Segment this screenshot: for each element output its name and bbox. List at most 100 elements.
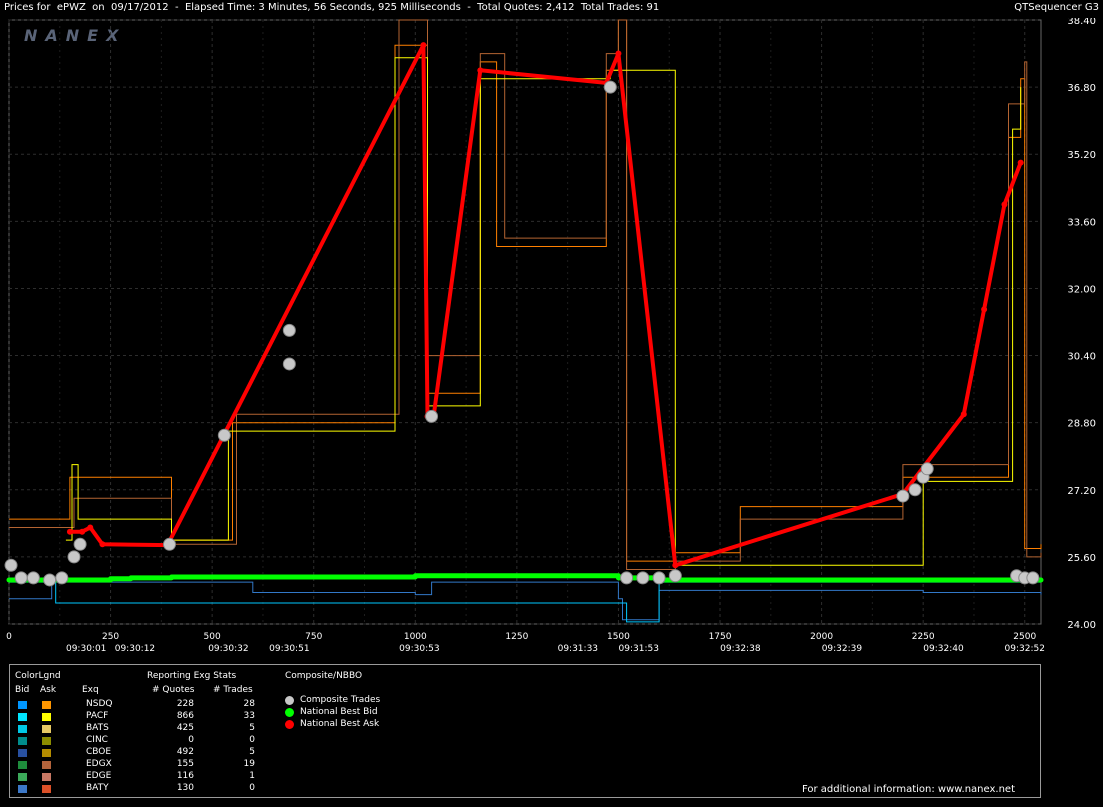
composite-trade-marker <box>26 571 40 585</box>
composite-trade-marker <box>282 323 296 337</box>
app-name: QTSequencer G3 <box>1014 2 1099 13</box>
bid-color-swatch <box>18 749 27 757</box>
y-tick-label: 33.60 <box>1067 217 1096 228</box>
ask-color-swatch <box>42 749 51 757</box>
time-label: 09:32:52 <box>1005 644 1045 654</box>
exchange-trade-count: 0 <box>249 735 255 745</box>
bid-color-swatch <box>18 773 27 781</box>
time-label: 09:32:40 <box>923 644 964 654</box>
x-tick-label: 2000 <box>810 632 833 642</box>
y-tick-label: 36.80 <box>1067 83 1096 94</box>
composite-legend-label: Composite Trades <box>300 695 381 705</box>
composite-trade-marker <box>162 537 176 551</box>
composite-trade-marker <box>636 571 650 585</box>
exchange-quote-count: 866 <box>176 711 194 721</box>
composite-heading: Composite/NBBO <box>285 671 363 681</box>
national-best-ask-point <box>87 524 94 531</box>
exchange-name: CINC <box>86 735 108 745</box>
composite-trade-marker <box>14 571 28 585</box>
time-label: 09:32:38 <box>720 644 761 654</box>
composite-legend-label: National Best Ask <box>300 719 380 729</box>
exchange-quote-count: 116 <box>176 771 194 781</box>
title-bar: Prices for ePWZ on 09/17/2012 - Elapsed … <box>0 0 1103 18</box>
quotes-column-heading: # Quotes <box>152 685 195 695</box>
y-tick-label: 27.20 <box>1067 486 1096 497</box>
composite-trade-marker <box>603 80 617 94</box>
composite-trade-marker <box>920 462 934 476</box>
exchange-trade-count: 5 <box>249 747 255 757</box>
x-tick-label: 2250 <box>912 632 935 642</box>
trades-column-heading: # Trades <box>213 685 253 695</box>
national-best-ask-point <box>1017 159 1024 166</box>
time-label: 09:30:01 <box>66 644 106 654</box>
national-best-ask-point <box>420 42 427 49</box>
footer-link-text: For additional information: www.nanex.ne… <box>802 784 1015 795</box>
national-best-ask-point <box>1001 201 1008 208</box>
exchange-name: BATS <box>86 723 109 733</box>
exchange-name: NSDQ <box>86 699 113 709</box>
exchange-quote-count: 492 <box>176 747 194 757</box>
exchange-trade-count: 0 <box>249 783 255 793</box>
bid-column-heading: Bid <box>15 685 30 695</box>
y-tick-label: 25.60 <box>1067 553 1096 564</box>
x-tick-label: 2500 <box>1013 632 1036 642</box>
composite-trade-marker <box>282 357 296 371</box>
composite-trade-marker <box>55 571 69 585</box>
y-tick-label: 32.00 <box>1067 284 1096 295</box>
composite-legend-label: National Best Bid <box>300 707 378 717</box>
composite-trade-marker <box>217 428 231 442</box>
exchange-trade-count: 33 <box>243 711 255 721</box>
time-label: 09:30:51 <box>269 644 309 654</box>
bid-color-swatch <box>18 761 27 769</box>
time-label: 09:30:12 <box>115 644 155 654</box>
composite-trade-marker <box>1026 571 1040 585</box>
x-tick-label: 1500 <box>607 632 630 642</box>
national-best-ask-point <box>615 50 622 57</box>
ask-column-heading: Ask <box>40 685 57 695</box>
ask-color-swatch <box>42 773 51 781</box>
x-tick-label: 0 <box>6 632 12 642</box>
ask-color-swatch <box>42 713 51 721</box>
y-tick-label: 24.00 <box>1067 620 1096 631</box>
y-tick-label: 28.80 <box>1067 419 1096 430</box>
exchange-quote-count: 0 <box>188 735 194 745</box>
x-tick-label: 1250 <box>505 632 528 642</box>
plot-area <box>8 19 1042 625</box>
bid-color-swatch <box>18 701 27 709</box>
bid-color-swatch <box>18 725 27 733</box>
exchange-name: CBOE <box>86 747 112 757</box>
composite-trade-marker <box>43 573 57 587</box>
exchange-trade-count: 1 <box>249 771 255 781</box>
legend-panel: ColorLgnd Bid Ask Exq Reporting Exg Stat… <box>9 664 1041 798</box>
exchange-quote-count: 425 <box>176 723 194 733</box>
bid-color-swatch <box>18 785 27 793</box>
y-tick-label: 35.20 <box>1067 150 1096 161</box>
exchange-quote-count: 130 <box>176 783 194 793</box>
composite-legend-marker <box>285 720 294 729</box>
ask-color-swatch <box>42 725 51 733</box>
bid-color-swatch <box>18 737 27 745</box>
exchange-trade-count: 19 <box>243 759 255 769</box>
composite-trade-marker <box>908 483 922 497</box>
composite-legend-marker <box>285 696 294 705</box>
national-best-ask-point <box>66 528 73 535</box>
ask-color-swatch <box>42 737 51 745</box>
exchange-quote-count: 155 <box>176 759 194 769</box>
national-best-ask-point <box>477 67 484 74</box>
composite-trade-marker <box>4 558 18 572</box>
time-label: 09:30:32 <box>208 644 248 654</box>
exchange-name: EDGX <box>86 759 112 769</box>
price-chart: NANEX38.4036.8035.2033.6032.0030.4028.80… <box>4 16 1096 654</box>
time-label: 09:32:39 <box>822 644 863 654</box>
national-best-ask-point <box>960 411 967 418</box>
composite-trade-marker <box>620 571 634 585</box>
stats-heading: Reporting Exg Stats <box>147 671 237 681</box>
composite-trade-marker <box>73 537 87 551</box>
x-tick-label: 250 <box>102 632 119 642</box>
x-tick-label: 1000 <box>404 632 427 642</box>
composite-trade-marker <box>896 489 910 503</box>
y-tick-label: 30.40 <box>1067 352 1096 363</box>
time-label: 09:31:53 <box>619 644 659 654</box>
time-label: 09:31:33 <box>558 644 598 654</box>
exchange-name: BATY <box>86 783 109 793</box>
